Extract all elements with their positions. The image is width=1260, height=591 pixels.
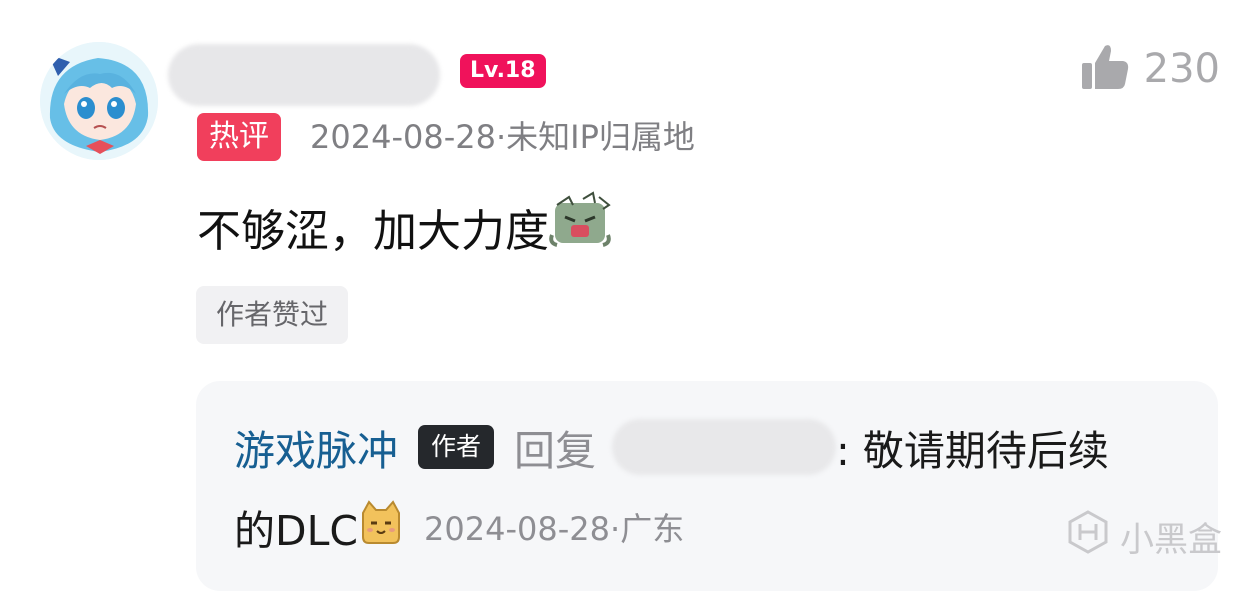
avatar[interactable] xyxy=(40,42,158,160)
like-count: 230 xyxy=(1143,46,1220,92)
hot-comment-badge: 热评 xyxy=(197,113,281,161)
reply-text-part2: 的DLC xyxy=(234,507,359,555)
like-button[interactable]: 230 xyxy=(1080,42,1220,96)
reply-target-redacted[interactable] xyxy=(612,419,837,475)
zombie-emoji-icon xyxy=(549,191,613,272)
watermark: 小黑盒 xyxy=(1066,510,1222,563)
reply-word: 回复 xyxy=(514,427,597,475)
reply-line-1: 游戏脉冲 作者 回复 : 敬请期待后续 xyxy=(234,416,1109,478)
comment-text: 不够涩，加大力度 xyxy=(197,205,549,257)
username-redacted[interactable] xyxy=(168,44,440,106)
reply-meta: 2024-08-28·广东 xyxy=(424,510,685,548)
author-tag: 作者 xyxy=(418,425,495,469)
reply-box xyxy=(196,381,1218,591)
watermark-text: 小黑盒 xyxy=(1120,520,1222,560)
reply-line-2: 的DLC 2024-08-28·广东 xyxy=(234,496,684,558)
cat-emoji-icon xyxy=(358,499,404,555)
reply-text-part1: : 敬请期待后续 xyxy=(836,427,1109,475)
comment-content: 不够涩，加大力度 xyxy=(197,191,613,272)
author-liked-tag: 作者赞过 xyxy=(196,286,349,344)
xiaoheihe-logo-icon xyxy=(1066,510,1110,563)
thumbs-up-icon xyxy=(1080,42,1130,96)
comment-meta: 2024-08-28·未知IP归属地 xyxy=(310,118,695,156)
reply-author-link[interactable]: 游戏脉冲 xyxy=(234,417,398,477)
level-badge: Lv.18 xyxy=(460,54,546,88)
